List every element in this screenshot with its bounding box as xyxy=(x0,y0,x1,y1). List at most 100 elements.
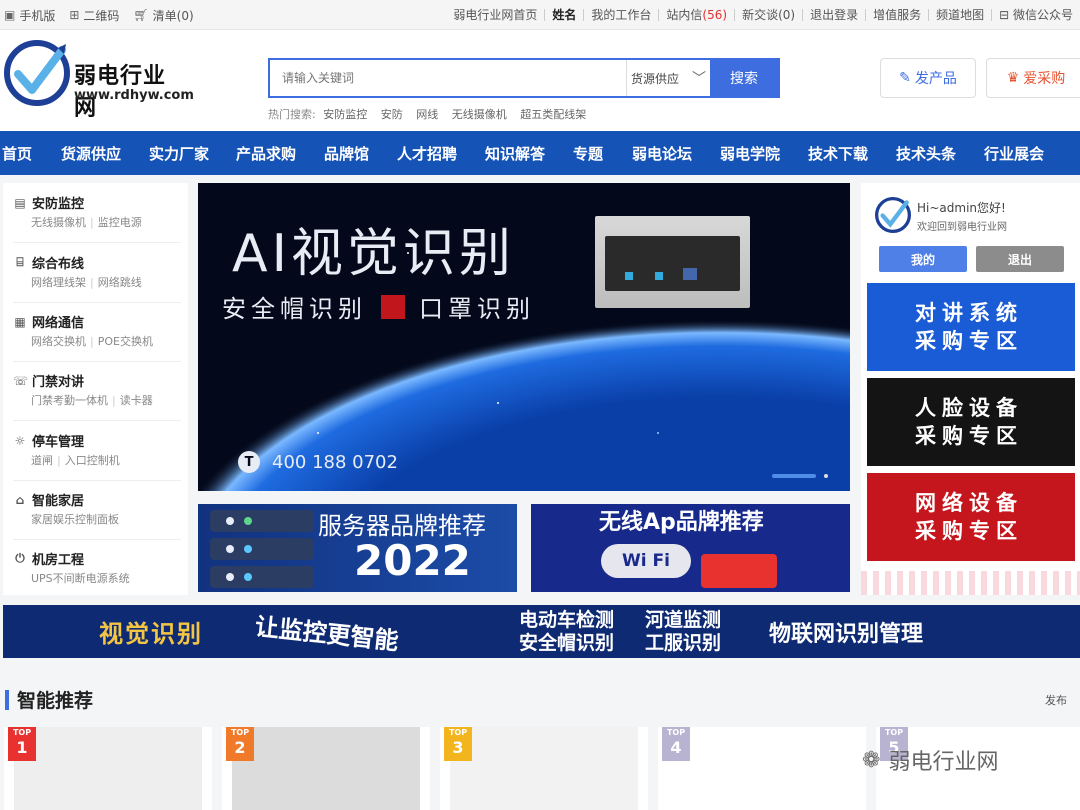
hot-search-link[interactable]: 超五类配线架 xyxy=(520,108,586,121)
new-chat-link[interactable]: 新交谈(0) xyxy=(734,9,802,21)
qrcode-icon: ⊞ xyxy=(69,8,80,22)
top-bar-left: ▣ 手机版 ⊞ 二维码 🛒︎ 清单(0) xyxy=(4,0,208,30)
product-card[interactable]: TOP 4 xyxy=(658,727,866,810)
carousel-dot[interactable] xyxy=(824,474,828,478)
nav-item-academy[interactable]: 弱电学院 xyxy=(720,143,780,164)
home-icon: ⌂ xyxy=(15,492,25,507)
carousel-indicator[interactable] xyxy=(772,474,828,478)
category-sub-link[interactable]: 网络交换机 xyxy=(31,335,86,348)
search-scope-select[interactable]: 货源供应 ﹀ xyxy=(626,60,712,96)
rank-badge: TOP 4 xyxy=(662,727,690,761)
search-button[interactable]: 搜索 xyxy=(710,60,778,96)
category-sub-link[interactable]: 无线摄像机 xyxy=(31,216,86,229)
main-nav: 首页 货源供应 实力厂家 产品求购 品牌馆 人才招聘 知识解答 专题 弱电论坛 … xyxy=(0,131,1080,175)
vip-service-link[interactable]: 增值服务 xyxy=(865,9,928,21)
strip-river-monitor: 河道监测 工服识别 xyxy=(645,609,722,654)
hot-search-link[interactable]: 网线 xyxy=(416,108,438,121)
product-card[interactable]: TOP 3 xyxy=(440,727,648,810)
category-item[interactable]: ▦ 网络通信 网络交换机 | POE交换机 xyxy=(13,302,181,362)
cable-icon: ⌸ xyxy=(16,255,24,269)
hot-search-link[interactable]: 安防监控 xyxy=(323,108,367,121)
nav-item-forum[interactable]: 弱电论坛 xyxy=(632,143,692,164)
product-card[interactable]: TOP 2 xyxy=(222,727,430,810)
home-link[interactable]: 弱电行业网首页 xyxy=(446,9,544,21)
nav-item-home[interactable]: 首页 xyxy=(2,143,32,164)
cart-icon: 🛒︎ xyxy=(133,8,149,22)
search-input[interactable] xyxy=(270,60,626,96)
qrcode-link[interactable]: ⊞ 二维码 xyxy=(69,7,119,24)
product-card[interactable]: TOP 1 xyxy=(4,727,212,810)
category-item[interactable]: ⏻ 机房工程 UPS不间断电源系统 xyxy=(13,539,181,599)
wireless-ap-banner[interactable]: 无线Ap品牌推荐 Wi Fi xyxy=(531,504,850,592)
hot-search-link[interactable]: 无线摄像机 xyxy=(452,108,507,121)
logo-check-icon xyxy=(4,40,70,106)
category-item[interactable]: ⌂ 智能家居 家居娱乐控制面板 xyxy=(13,480,181,540)
mobile-icon: ▣ xyxy=(4,8,16,22)
category-sub-link[interactable]: 道闸 xyxy=(31,454,53,467)
ap-banner-title: 无线Ap品牌推荐 xyxy=(599,510,764,535)
site-logo[interactable]: 弱电行业网 www.rdhyw.com xyxy=(4,40,194,121)
channel-map-link[interactable]: 频道地图 xyxy=(928,9,991,21)
category-sub-link[interactable]: 入口控制机 xyxy=(65,454,120,467)
strip-slogan: 让监控更智能 xyxy=(253,612,400,656)
purchase-button[interactable]: ♛ 爱采购 xyxy=(986,58,1080,98)
category-sub-link[interactable]: 网络跳线 xyxy=(98,276,142,289)
hot-search-link[interactable]: 安防 xyxy=(381,108,403,121)
my-account-button[interactable]: 我的 xyxy=(879,246,967,272)
logout-link[interactable]: 退出登录 xyxy=(802,9,865,21)
publish-link[interactable]: 发布 xyxy=(1045,692,1067,708)
rank-badge: TOP 1 xyxy=(8,727,36,761)
category-item[interactable]: ☏ 门禁对讲 门禁考勤一体机 | 读卡器 xyxy=(13,361,181,421)
category-item[interactable]: ☼ 停车管理 道闸 | 入口控制机 xyxy=(13,421,181,481)
workbench-link[interactable]: 我的工作台 xyxy=(583,9,658,21)
wechat-link[interactable]: ⊟ 微信公众号 xyxy=(991,9,1080,21)
user-greeting: Hi~admin您好! xyxy=(917,201,1006,215)
category-sub-link[interactable]: 读卡器 xyxy=(120,394,153,407)
nav-item-jobs[interactable]: 人才招聘 xyxy=(397,143,457,164)
user-name-link[interactable]: 姓名 xyxy=(544,9,583,21)
nav-item-topics[interactable]: 专题 xyxy=(573,143,603,164)
category-item[interactable]: ▤ 安防监控 无线摄像机 | 监控电源 xyxy=(13,183,181,243)
top-bar: ▣ 手机版 ⊞ 二维码 🛒︎ 清单(0) 弱电行业网首页 姓名 我的工作台 站内信(5… xyxy=(0,0,1080,30)
nav-item-brands[interactable]: 品牌馆 xyxy=(324,143,369,164)
wechat-watermark: ❁ 弱电行业网 xyxy=(862,747,999,776)
server-brand-banner[interactable]: 服务器品牌推荐 2022 xyxy=(198,504,517,592)
product-image xyxy=(668,727,856,810)
carousel-dot-active[interactable] xyxy=(772,474,816,478)
category-sub-link[interactable]: 监控电源 xyxy=(98,216,142,229)
mobile-link[interactable]: ▣ 手机版 xyxy=(4,7,55,24)
nav-item-factories[interactable]: 实力厂家 xyxy=(149,143,209,164)
keyboard-icon xyxy=(701,554,777,588)
banner-subtitle: 安全帽识别 口罩识别 xyxy=(222,294,535,323)
category-sub-link[interactable]: 门禁考勤一体机 xyxy=(31,394,108,407)
crown-icon: ♛ xyxy=(1006,70,1020,86)
network-device-purchase-zone[interactable]: 网络设备 采购专区 xyxy=(867,473,1075,561)
nav-item-expos[interactable]: 行业展会 xyxy=(984,143,1044,164)
cabinet-icon: ▤ xyxy=(14,195,26,210)
nav-item-qa[interactable]: 知识解答 xyxy=(485,143,545,164)
edge-device-image xyxy=(595,216,750,308)
category-sidebar: ▤ 安防监控 无线摄像机 | 监控电源 ⌸ 综合布线 网络理线架 | 网络跳线 ▦ 网络通信 … xyxy=(3,183,188,595)
category-sub-link[interactable]: UPS不间断电源系统 xyxy=(31,572,130,585)
face-device-purchase-zone[interactable]: 人脸设备 采购专区 xyxy=(867,378,1075,466)
welcome-text: 欢迎回到弱电行业网 xyxy=(917,222,1007,233)
server-rack-icon xyxy=(210,510,314,588)
nav-item-headlines[interactable]: 技术头条 xyxy=(896,143,956,164)
inbox-link[interactable]: 站内信(56) xyxy=(658,9,734,21)
inbox-count: (56) xyxy=(702,8,728,22)
hero-banner[interactable]: AI视觉识别 安全帽识别 口罩识别 T 400 188 0702 xyxy=(198,183,850,491)
publish-product-button[interactable]: ✎ 发产品 xyxy=(880,58,976,98)
category-sub-link[interactable]: POE交换机 xyxy=(98,335,153,348)
nav-item-requests[interactable]: 产品求购 xyxy=(236,143,296,164)
category-item[interactable]: ⌸ 综合布线 网络理线架 | 网络跳线 xyxy=(13,243,181,303)
nav-item-downloads[interactable]: 技术下载 xyxy=(808,143,868,164)
intercom-purchase-zone[interactable]: 对讲系统 采购专区 xyxy=(867,283,1075,371)
rank-badge: TOP 3 xyxy=(444,727,472,761)
skyline-decoration xyxy=(861,571,1080,595)
nav-item-supply[interactable]: 货源供应 xyxy=(61,143,121,164)
category-sub-link[interactable]: 网络理线架 xyxy=(31,276,86,289)
cart-link[interactable]: 🛒︎ 清单(0) xyxy=(133,7,193,24)
ad-strip[interactable]: 视觉识别 让监控更智能 电动车检测 安全帽识别 河道监测 工服识别 物联网识别管理 xyxy=(3,605,1080,658)
category-sub-link[interactable]: 家居娱乐控制面板 xyxy=(31,513,119,526)
logout-button[interactable]: 退出 xyxy=(976,246,1064,272)
